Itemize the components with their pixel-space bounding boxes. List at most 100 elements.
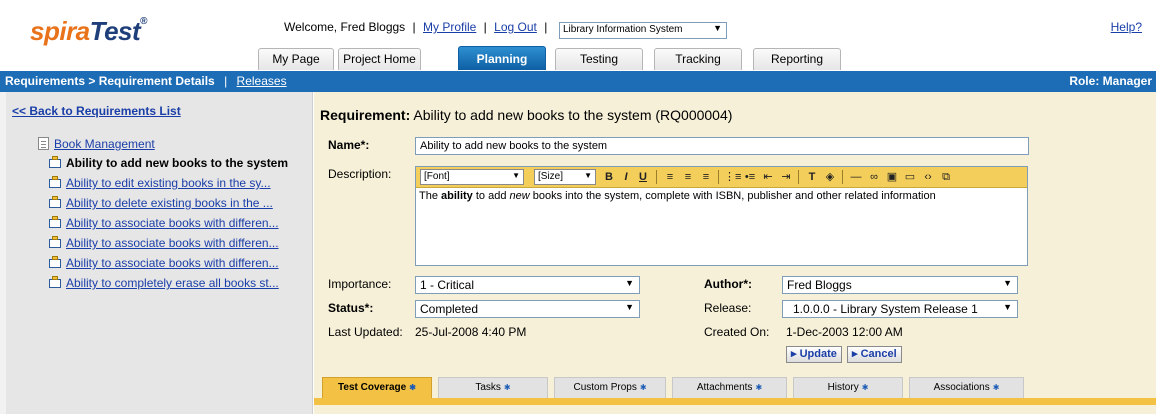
tree-item-label: Ability to add new books to the system — [66, 156, 289, 170]
requirement-icon — [48, 276, 62, 288]
fullscreen-icon[interactable]: ⧉ — [938, 169, 954, 185]
italic-button[interactable]: I — [619, 169, 633, 185]
author-select[interactable]: Fred Bloggs ▼ — [782, 276, 1018, 294]
back-to-requirements-link[interactable]: << Back to Requirements List — [12, 104, 181, 118]
toolbar-divider — [842, 170, 843, 184]
tree-item-label[interactable]: Ability to associate books with differen… — [66, 256, 279, 270]
tab-label: Attachments — [696, 382, 753, 393]
font-select-value: [Font] — [424, 171, 450, 182]
toolbar-divider — [656, 170, 657, 184]
ordered-list-icon[interactable]: ⋮≡ — [724, 169, 741, 185]
tab-test-coverage[interactable]: Test Coverage ✱ — [322, 377, 432, 398]
tree-item-label[interactable]: Ability to edit existing books in the sy… — [66, 176, 271, 190]
editor-content[interactable]: The ability to add new books into the sy… — [416, 188, 1027, 205]
tab-custom-props[interactable]: Custom Props ✱ — [554, 377, 666, 398]
separator: | — [544, 20, 548, 34]
size-select[interactable]: [Size] ▼ — [534, 169, 596, 185]
tab-tracking[interactable]: Tracking — [654, 48, 742, 70]
logo-part-spira: spira — [30, 16, 90, 46]
tree-item[interactable]: Ability to associate books with differen… — [48, 235, 288, 255]
logo-trademark: ® — [140, 16, 148, 27]
text-color-icon[interactable]: T — [804, 169, 820, 185]
tab-label: Tasks — [475, 382, 501, 393]
tab-attachments[interactable]: Attachments ✱ — [672, 377, 787, 398]
release-select[interactable]: 1.0.0.0 - Library System Release 1 ▼ — [782, 300, 1018, 318]
project-select-value: Library Information System — [563, 24, 683, 35]
tab-indicator-icon: ✱ — [639, 383, 647, 392]
title-label: Requirement: — [320, 107, 411, 123]
tree-item-label[interactable]: Ability to completely erase all books st… — [66, 276, 279, 290]
link-icon[interactable]: ∞ — [866, 169, 882, 185]
help-link[interactable]: Help? — [1111, 20, 1142, 34]
main-tabs: My Page Project Home Planning Testing Tr… — [0, 46, 900, 70]
tab-indicator-icon: ✱ — [409, 383, 416, 392]
release-value: 1.0.0.0 - Library System Release 1 — [793, 302, 978, 316]
separator: | — [412, 20, 416, 34]
breadcrumb-bar: Requirements > Requirement Details | Rel… — [0, 71, 1156, 92]
cancel-button[interactable]: ▸ Cancel — [847, 346, 902, 363]
tree-parent-label[interactable]: Book Management — [54, 137, 155, 151]
name-label: Name*: — [328, 138, 370, 152]
unordered-list-icon[interactable]: •≡ — [742, 169, 758, 185]
tab-project-home[interactable]: Project Home — [338, 48, 421, 70]
project-select[interactable]: Library Information System ▼ — [559, 22, 727, 39]
my-profile-link[interactable]: My Profile — [423, 20, 476, 34]
align-center-icon[interactable]: ≡ — [680, 169, 696, 185]
tab-indicator-icon: ✱ — [861, 383, 869, 392]
align-left-icon[interactable]: ≡ — [662, 169, 678, 185]
page-title: Requirement: Ability to add new books to… — [320, 107, 732, 123]
align-right-icon[interactable]: ≡ — [698, 169, 714, 185]
status-select[interactable]: Completed ▼ — [415, 300, 640, 318]
editor-text: The — [419, 190, 442, 202]
tab-history[interactable]: History ✱ — [793, 377, 903, 398]
tree-item-label[interactable]: Ability to associate books with differen… — [66, 216, 279, 230]
tab-associations[interactable]: Associations ✱ — [909, 377, 1024, 398]
last-updated-value: 25-Jul-2008 4:40 PM — [415, 325, 527, 339]
tree-item-label[interactable]: Ability to associate books with differen… — [66, 236, 279, 250]
indent-icon[interactable]: ⇥ — [778, 169, 794, 185]
release-label: Release: — [704, 301, 752, 315]
update-button[interactable]: ▸ Update — [786, 346, 842, 363]
tree-item[interactable]: Ability to delete existing books in the … — [48, 195, 288, 215]
tree-parent-node[interactable]: Book Management — [38, 135, 288, 155]
underline-button[interactable]: U — [636, 169, 650, 185]
separator: | — [224, 74, 228, 88]
tab-label: Associations — [933, 382, 990, 393]
tree-item-selected[interactable]: Ability to add new books to the system — [48, 155, 288, 175]
tab-testing[interactable]: Testing — [555, 48, 643, 70]
tree-item[interactable]: Ability to associate books with differen… — [48, 215, 288, 235]
font-select[interactable]: [Font] ▼ — [420, 169, 524, 185]
toolbar-divider — [718, 170, 719, 184]
table-icon[interactable]: ▭ — [902, 169, 918, 185]
author-label: Author*: — [704, 277, 752, 291]
editor-toolbar: [Font] ▼ [Size] ▼ B I U ≡ ≡ ≡ ⋮≡ •≡ ⇤ ⇥ T … — [416, 167, 1027, 188]
highlight-color-icon[interactable]: ◈ — [822, 169, 838, 185]
bold-button[interactable]: B — [602, 169, 616, 185]
requirement-icon — [48, 256, 62, 268]
tab-tasks[interactable]: Tasks ✱ — [438, 377, 548, 398]
name-field[interactable]: Ability to add new books to the system — [415, 137, 1029, 155]
source-code-icon[interactable]: ‹› — [920, 169, 936, 185]
tree-item[interactable]: Ability to completely erase all books st… — [48, 275, 288, 295]
logo-part-test: Test — [89, 16, 141, 46]
status-value: Completed — [420, 302, 479, 316]
tab-reporting[interactable]: Reporting — [753, 48, 841, 70]
description-editor[interactable]: [Font] ▼ [Size] ▼ B I U ≡ ≡ ≡ ⋮≡ •≡ ⇤ ⇥ T … — [415, 166, 1028, 266]
tab-my-page[interactable]: My Page — [258, 48, 334, 70]
log-out-link[interactable]: Log Out — [494, 20, 537, 34]
tab-content-strip — [314, 398, 1156, 405]
outdent-icon[interactable]: ⇤ — [760, 169, 776, 185]
importance-select[interactable]: 1 - Critical ▼ — [415, 276, 640, 294]
chevron-down-icon: ▼ — [1003, 302, 1012, 312]
header: spiraTest® Welcome, Fred Bloggs | My Pro… — [0, 0, 1156, 70]
tree-item-label[interactable]: Ability to delete existing books in the … — [66, 196, 273, 210]
tree-item[interactable]: Ability to associate books with differen… — [48, 255, 288, 275]
releases-link[interactable]: Releases — [237, 74, 287, 88]
tab-planning[interactable]: Planning — [458, 46, 546, 70]
horizontal-rule-icon[interactable]: — — [848, 169, 864, 185]
tree-item[interactable]: Ability to edit existing books in the sy… — [48, 175, 288, 195]
spiratest-logo[interactable]: spiraTest® — [30, 16, 148, 47]
tab-indicator-icon: ✱ — [755, 383, 763, 392]
image-icon[interactable]: ▣ — [884, 169, 900, 185]
chevron-down-icon: ▼ — [625, 302, 634, 312]
